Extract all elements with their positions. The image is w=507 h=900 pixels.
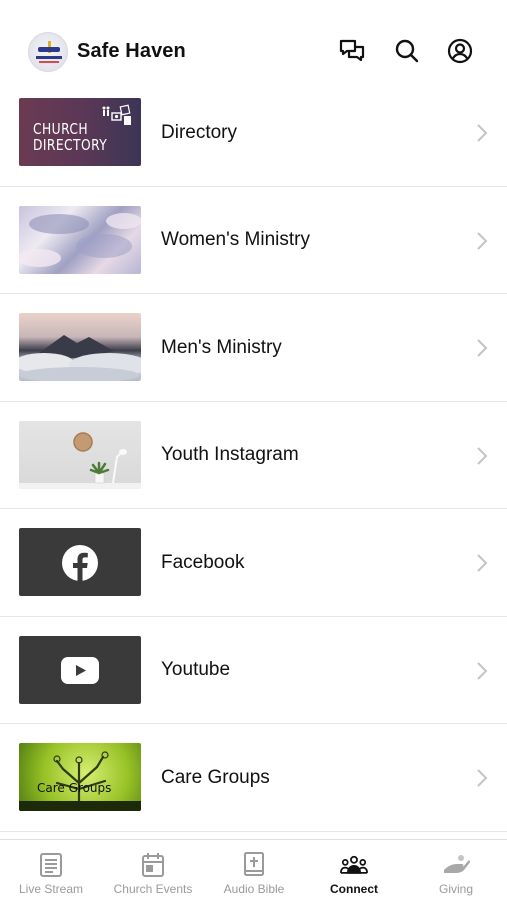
- church-directory-image: CHURCH DIRECTORY: [19, 98, 141, 166]
- giving-hand-icon: [442, 852, 470, 878]
- tab-giving[interactable]: Giving: [414, 840, 498, 900]
- tab-live-stream[interactable]: Live Stream: [8, 840, 94, 900]
- item-label: Directory: [161, 121, 238, 143]
- list-item-care-groups[interactable]: Care Groups Care Groups: [0, 724, 507, 832]
- list-item-directory[interactable]: CHURCH DIRECTORY Directory: [0, 79, 507, 187]
- item-label: Facebook: [161, 551, 245, 573]
- chevron-right-icon: [477, 446, 488, 465]
- chevron-right-icon: [477, 554, 488, 572]
- youtube-icon: [61, 656, 99, 684]
- clock-plant-desk-image: [19, 420, 141, 489]
- group-icon: [340, 852, 368, 878]
- item-label: Men's Ministry: [161, 336, 282, 358]
- calendar-icon: [139, 852, 167, 878]
- messages-icon[interactable]: [338, 37, 366, 65]
- item-label: Women's Ministry: [161, 229, 310, 250]
- chevron-right-icon: [477, 339, 488, 357]
- chevron-right-icon: [477, 231, 488, 250]
- item-label: Youth Instagram: [161, 444, 299, 465]
- chevron-right-icon: [477, 124, 488, 142]
- connect-list: CHURCH DIRECTORY Directory Women's Minis…: [0, 79, 507, 832]
- pastel-clouds-image: [19, 205, 141, 274]
- search-icon[interactable]: [393, 37, 421, 65]
- church-logo[interactable]: [28, 32, 68, 72]
- app-title: Safe Haven: [77, 40, 186, 62]
- item-label: Care Groups: [161, 766, 270, 788]
- facebook-thumbnail: [19, 528, 141, 596]
- list-item-youth-instagram[interactable]: Youth Instagram: [0, 401, 507, 509]
- list-item-youtube[interactable]: Youtube: [0, 616, 507, 724]
- tab-connect[interactable]: Connect: [312, 840, 396, 900]
- list-item-facebook[interactable]: Facebook: [0, 509, 507, 617]
- chevron-right-icon: [477, 769, 488, 787]
- mountain-clouds-image: [19, 313, 141, 381]
- live-stream-icon: [37, 852, 65, 878]
- item-label: Youtube: [161, 659, 231, 680]
- tab-audio-bible[interactable]: Audio Bible: [212, 840, 296, 900]
- tab-church-events[interactable]: Church Events: [106, 840, 200, 900]
- list-item-womens-ministry[interactable]: Women's Ministry: [0, 186, 507, 294]
- bottom-tab-bar: Live Stream Church Events Audio Bible Co…: [0, 839, 507, 900]
- account-icon[interactable]: [446, 37, 474, 65]
- bible-icon: [240, 852, 268, 878]
- chevron-right-icon: [477, 661, 488, 680]
- care-groups-tree-image: Care Groups: [19, 743, 141, 811]
- youtube-thumbnail: [19, 635, 141, 704]
- facebook-icon: [62, 545, 98, 581]
- list-item-mens-ministry[interactable]: Men's Ministry: [0, 294, 507, 402]
